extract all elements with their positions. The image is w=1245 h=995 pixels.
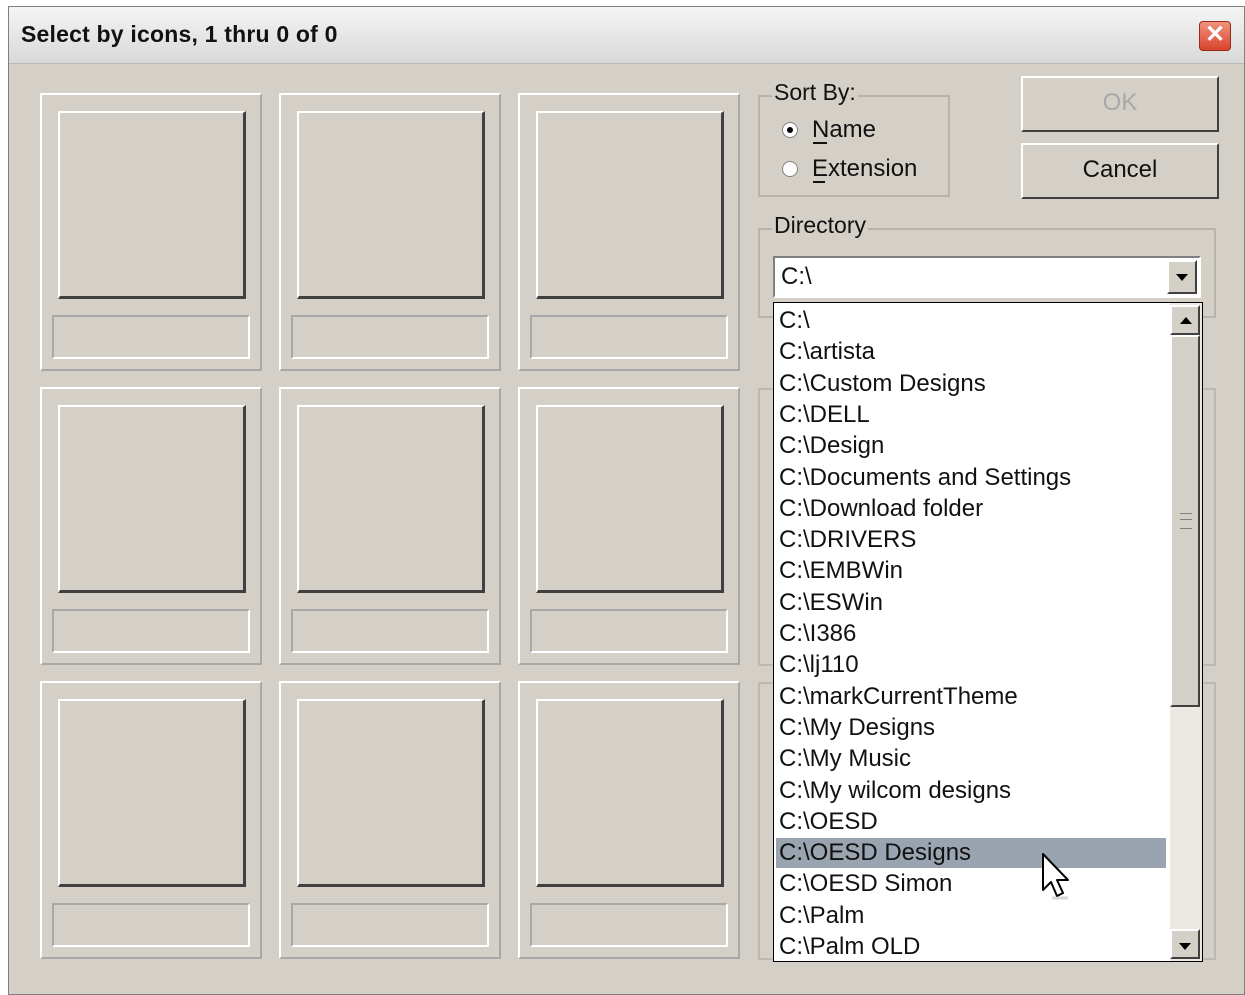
icon-preview[interactable] [297, 405, 485, 593]
icon-preview[interactable] [536, 699, 724, 887]
chevron-up-icon [1180, 317, 1192, 324]
vertical-scrollbar[interactable] [1170, 303, 1202, 961]
icon-preview[interactable] [58, 699, 246, 887]
icon-caption [530, 609, 728, 653]
icon-caption [530, 903, 728, 947]
dialog-title: Select by icons, 1 thru 0 of 0 [21, 21, 338, 47]
directory-option[interactable]: C:\artista [776, 337, 1166, 367]
icon-slot[interactable] [279, 681, 501, 959]
directory-combobox[interactable]: C:\ [773, 256, 1201, 298]
icon-preview[interactable] [297, 111, 485, 299]
scroll-up-button[interactable] [1170, 305, 1200, 335]
icon-slot[interactable] [40, 387, 262, 665]
icon-preview[interactable] [536, 111, 724, 299]
radio-button[interactable] [782, 161, 798, 177]
directory-option[interactable]: C:\DRIVERS [776, 525, 1166, 555]
icon-caption [52, 315, 250, 359]
icon-slot[interactable] [518, 387, 740, 665]
mouse-cursor-icon [1042, 853, 1069, 900]
icon-slot[interactable] [40, 681, 262, 959]
directory-option[interactable]: C:\My Music [776, 744, 1166, 774]
icon-caption [291, 609, 489, 653]
icon-caption [530, 315, 728, 359]
directory-option[interactable]: C:\Download folder [776, 494, 1166, 524]
grip-icon [1180, 513, 1192, 529]
directory-option[interactable]: C:\My Designs [776, 713, 1166, 743]
directory-option[interactable]: C:\OESD Simon [776, 869, 1166, 899]
icon-caption [291, 903, 489, 947]
icon-slot[interactable] [279, 387, 501, 665]
directory-option[interactable]: C:\Design [776, 431, 1166, 461]
directory-option[interactable]: C:\OESD Designs [776, 838, 1166, 869]
icon-slot[interactable] [518, 681, 740, 959]
directory-option[interactable]: C:\markCurrentTheme [776, 682, 1166, 712]
icon-preview[interactable] [58, 111, 246, 299]
directory-dropdown-list[interactable]: C:\ C:\artista C:\Custom Designs C:\DELL C:\… [773, 302, 1203, 962]
directory-option[interactable]: C:\lj110 [776, 650, 1166, 680]
chevron-down-icon [1176, 274, 1188, 281]
directory-option[interactable]: C:\I386 [776, 619, 1166, 649]
title-bar[interactable]: Select by icons, 1 thru 0 of 0 ✕ [9, 7, 1244, 64]
directory-option[interactable]: C:\Palm [776, 901, 1166, 931]
icon-caption [291, 315, 489, 359]
icon-slot[interactable] [40, 93, 262, 371]
directory-option[interactable]: C:\Documents and Settings [776, 463, 1166, 493]
directory-option[interactable]: C:\OESD [776, 807, 1166, 837]
chevron-down-icon [1179, 943, 1191, 950]
directory-value: C:\ [781, 263, 812, 290]
directory-option[interactable]: C:\Palm OLD [776, 932, 1166, 961]
ok-button[interactable]: OK [1021, 76, 1219, 132]
cancel-button[interactable]: Cancel [1021, 143, 1219, 199]
radio-button[interactable] [782, 122, 798, 138]
directory-option[interactable]: C:\Custom Designs [776, 369, 1166, 399]
icon-slot[interactable] [518, 93, 740, 371]
dropdown-button[interactable] [1167, 260, 1197, 294]
radio-label-name: Name [812, 116, 877, 143]
close-button[interactable]: ✕ [1199, 21, 1231, 51]
directory-option[interactable]: C:\ESWin [776, 588, 1166, 618]
radio-label-extension: Extension [812, 155, 918, 182]
close-icon: ✕ [1204, 21, 1226, 48]
icon-caption [52, 903, 250, 947]
icon-preview[interactable] [297, 699, 485, 887]
icon-slot[interactable] [279, 93, 501, 371]
directory-option[interactable]: C:\My wilcom designs [776, 776, 1166, 806]
scroll-down-button[interactable] [1170, 929, 1200, 959]
directory-option[interactable]: C:\ [776, 306, 1166, 336]
directory-option[interactable]: C:\DELL [776, 400, 1166, 430]
directory-label: Directory [772, 212, 869, 239]
icon-preview[interactable] [58, 405, 246, 593]
icon-caption [52, 609, 250, 653]
sort-by-label: Sort By: [772, 79, 858, 106]
scrollbar-thumb[interactable] [1170, 335, 1200, 707]
icon-preview[interactable] [536, 405, 724, 593]
directory-option[interactable]: C:\EMBWin [776, 556, 1166, 586]
